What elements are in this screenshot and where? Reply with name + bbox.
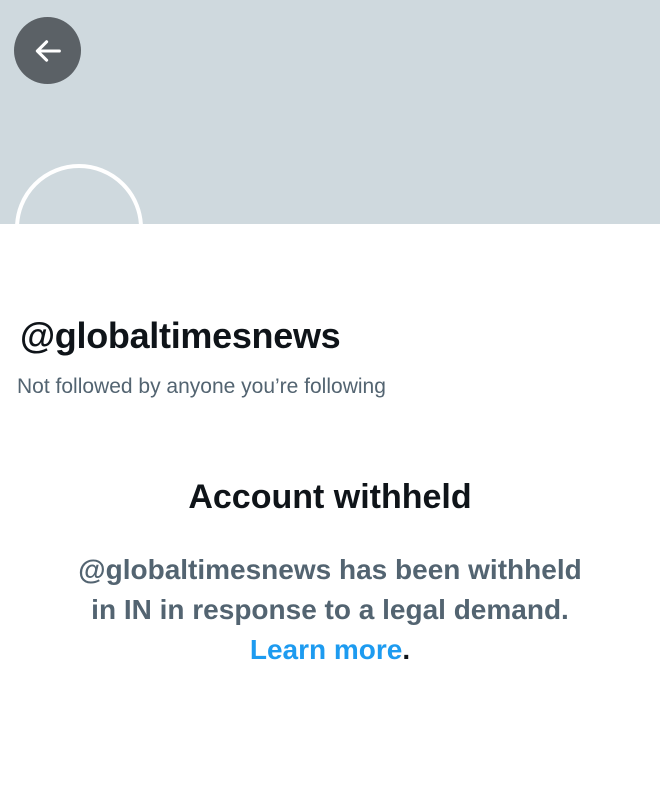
- withheld-title: Account withheld: [188, 478, 472, 516]
- withheld-message: @globaltimesnews has been withheld in IN…: [30, 550, 630, 670]
- learn-more-link[interactable]: Learn more: [250, 634, 403, 665]
- arrow-left-icon: [31, 34, 65, 68]
- withheld-message-line1: @globaltimesnews has been withheld: [78, 554, 582, 585]
- followed-by-text: Not followed by anyone you’re following: [17, 375, 386, 398]
- profile-handle: @globaltimesnews: [20, 315, 341, 356]
- back-button[interactable]: [14, 17, 81, 84]
- withheld-message-line2: in IN in response to a legal demand.: [91, 594, 569, 625]
- learn-more-period: .: [402, 634, 411, 665]
- avatar[interactable]: [15, 164, 143, 224]
